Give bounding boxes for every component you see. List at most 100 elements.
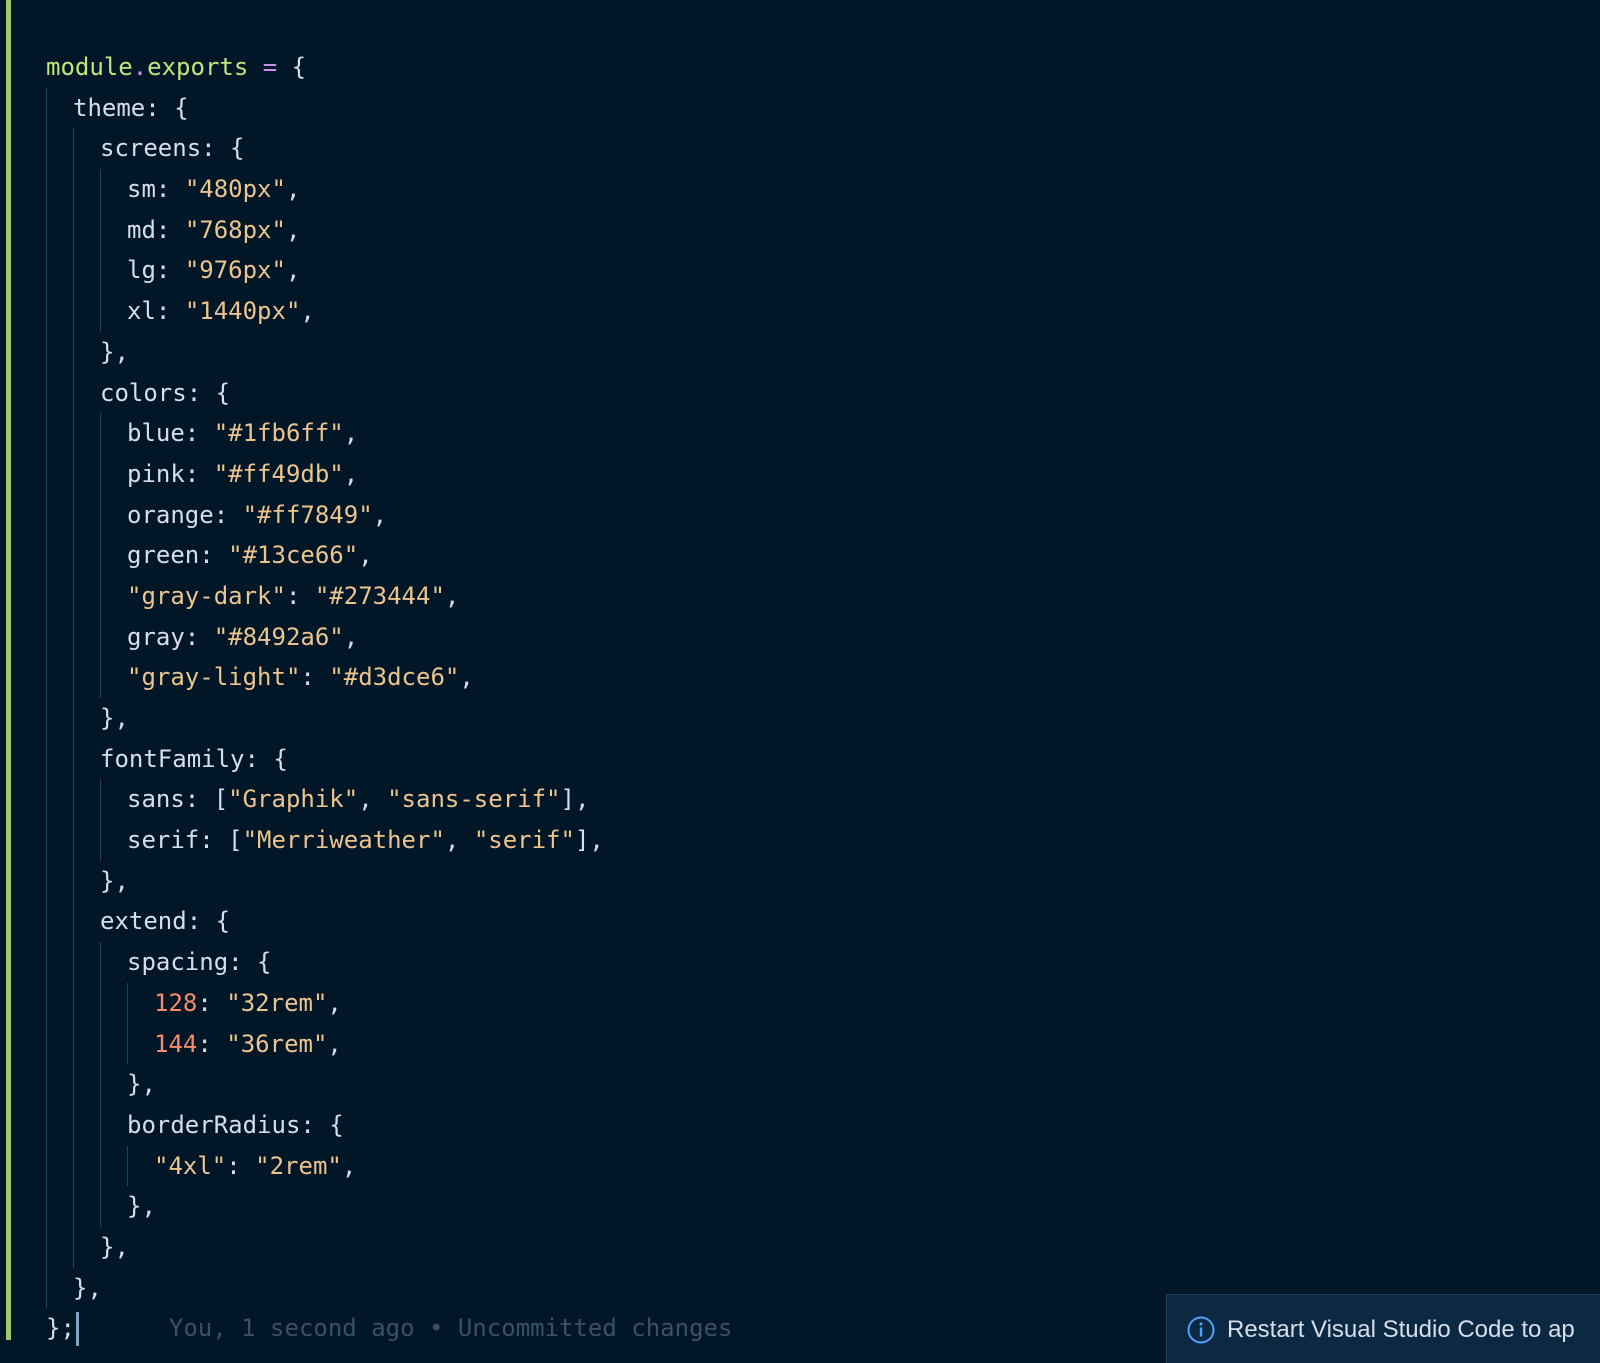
token-string: "1440px" xyxy=(184,297,301,326)
code-line[interactable]: "gray-light": "#d3dce6", xyxy=(46,657,732,698)
token-key: xl xyxy=(127,297,156,326)
indent-guide xyxy=(46,901,47,943)
token-string: "480px" xyxy=(184,175,286,204)
indent-guide xyxy=(73,738,74,780)
token-punct: , xyxy=(358,541,373,570)
indent-guide xyxy=(73,535,74,576)
indent-guide xyxy=(46,657,47,698)
code-line[interactable]: blue: "#1fb6ff", xyxy=(46,413,732,454)
indent-guide xyxy=(46,1023,47,1065)
code-line[interactable]: spacing: { xyxy=(46,942,732,983)
token-string: "#ff49db" xyxy=(213,459,344,488)
code-line[interactable]: screens: { xyxy=(46,128,732,170)
code-line[interactable]: extend: { xyxy=(46,901,732,943)
token-string: "2rem" xyxy=(255,1151,342,1180)
token-string: "36rem" xyxy=(226,1029,328,1058)
token-key: fontFamily xyxy=(100,744,245,773)
token-key: gray xyxy=(127,622,185,651)
indent-guide xyxy=(46,616,47,658)
code-line[interactable]: colors: { xyxy=(46,372,732,414)
token-punct: : xyxy=(197,1029,227,1058)
token-punct: : { xyxy=(244,744,288,773)
code-line[interactable]: gray: "#8492a6", xyxy=(46,616,732,658)
indent-guide xyxy=(73,209,74,251)
indent-guide xyxy=(100,1104,101,1146)
indent-guide xyxy=(46,1064,47,1105)
indent-guide xyxy=(46,1145,47,1187)
indent-guide xyxy=(73,657,74,698)
indent-guide xyxy=(46,250,47,292)
code-editor[interactable]: module.exports = { theme: { screens: { s… xyxy=(0,0,1600,1363)
indent-guide xyxy=(100,942,101,983)
token-punct: : xyxy=(184,622,214,651)
indent-guide xyxy=(100,250,101,292)
code-line[interactable]: sans: ["Graphik", "sans-serif"], xyxy=(46,779,732,821)
token-module: module xyxy=(46,53,133,81)
code-line[interactable]: }, xyxy=(46,860,732,902)
token-punct: , xyxy=(444,581,460,610)
code-line-current[interactable]: }; You, 1 second ago • Uncommitted change… xyxy=(46,1308,732,1349)
token-punct: : { xyxy=(228,948,272,977)
code-line[interactable]: }, xyxy=(46,1186,732,1227)
token-punct: : xyxy=(197,988,227,1017)
code-line[interactable]: md: "768px", xyxy=(46,209,732,251)
token-punct: , xyxy=(341,1151,357,1180)
token-string: "#273444" xyxy=(314,581,445,610)
indent-guide xyxy=(100,1186,101,1227)
token-punct: : xyxy=(155,175,185,204)
code-line[interactable]: lg: "976px", xyxy=(46,250,732,292)
token-key: theme xyxy=(73,93,146,122)
indent-guide xyxy=(73,413,74,454)
code-line[interactable]: borderRadius: { xyxy=(46,1104,732,1146)
code-area[interactable]: module.exports = { theme: { screens: { s… xyxy=(46,47,732,1349)
indent-guide xyxy=(73,1186,74,1227)
token-key: pink xyxy=(127,459,185,488)
indent-guide xyxy=(100,413,101,454)
git-blame-annotation: You, 1 second ago • Uncommitted changes xyxy=(168,1314,733,1343)
indent-guide xyxy=(73,291,74,332)
token-punct: : { xyxy=(186,378,231,407)
token-punct: ], xyxy=(560,785,590,814)
indent-guide xyxy=(73,331,74,373)
indent-guide xyxy=(100,575,101,617)
token-punct: }, xyxy=(100,337,129,366)
token-string: "#ff7849" xyxy=(242,500,373,529)
code-line[interactable]: green: "#13ce66", xyxy=(46,535,732,576)
code-line[interactable]: fontFamily: { xyxy=(46,738,732,780)
token-key: lg xyxy=(127,256,156,285)
indent-guide xyxy=(73,575,74,617)
code-line[interactable]: }, xyxy=(46,1267,732,1309)
code-line[interactable]: orange: "#ff7849", xyxy=(46,494,732,536)
code-line[interactable]: }, xyxy=(46,698,732,739)
indent-guide xyxy=(73,494,74,536)
token-punct: }, xyxy=(127,1070,156,1099)
code-line[interactable]: 144: "36rem", xyxy=(46,1023,732,1065)
code-line[interactable]: module.exports = { xyxy=(46,47,732,88)
code-line[interactable]: serif: ["Merriweather", "serif"], xyxy=(46,820,732,861)
token-exports: exports xyxy=(147,53,249,81)
token-punct: : [ xyxy=(184,785,229,814)
indent-guide xyxy=(127,982,128,1024)
indent-guide xyxy=(46,738,47,780)
code-line[interactable]: "4xl": "2rem", xyxy=(46,1145,732,1187)
code-line[interactable]: pink: "#ff49db", xyxy=(46,453,732,495)
notification-toast[interactable]: Restart Visual Studio Code to ap xyxy=(1166,1294,1600,1363)
code-line[interactable]: }, xyxy=(46,1064,732,1105)
code-line[interactable]: theme: { xyxy=(46,87,732,129)
code-line[interactable]: }, xyxy=(46,331,732,373)
indent-guide xyxy=(46,1226,47,1268)
token-punct: : { xyxy=(145,93,189,122)
indent-guide xyxy=(46,291,47,332)
token-key: sans xyxy=(127,785,185,814)
token-punct: , xyxy=(285,175,301,204)
indent-guide xyxy=(73,698,74,739)
code-line[interactable]: sm: "480px", xyxy=(46,169,732,210)
indent-guide xyxy=(46,209,47,251)
token-key: extend xyxy=(100,907,187,936)
code-line[interactable]: }, xyxy=(46,1226,732,1268)
code-line[interactable]: xl: "1440px", xyxy=(46,291,732,332)
code-line[interactable]: "gray-dark": "#273444", xyxy=(46,575,732,617)
code-line[interactable]: 128: "32rem", xyxy=(46,982,732,1024)
token-key: colors xyxy=(100,378,187,407)
token-punct: , xyxy=(300,297,315,326)
